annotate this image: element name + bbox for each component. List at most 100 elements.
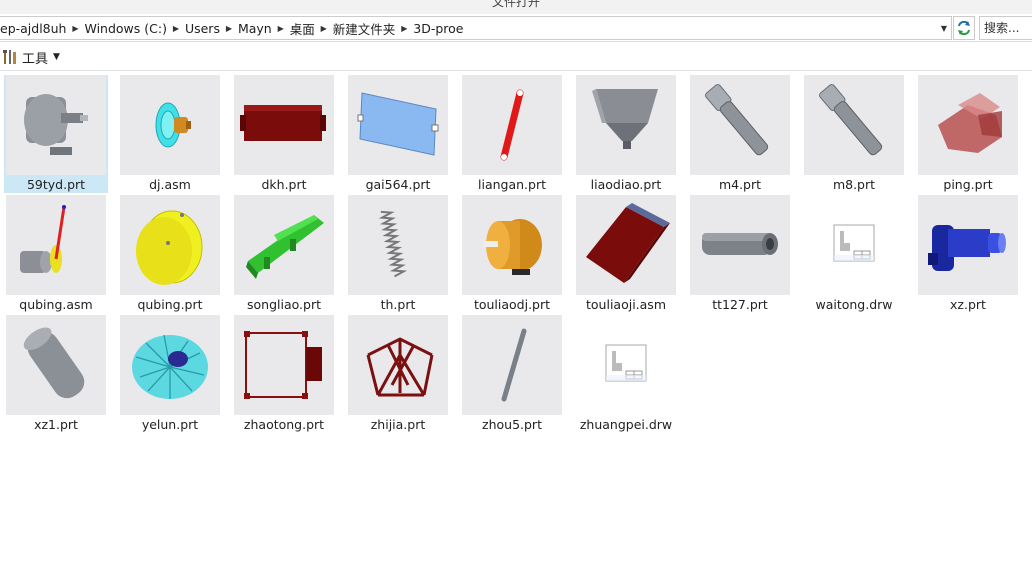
chevron-right-icon[interactable]: ▶ — [274, 24, 288, 33]
file-name-frame: ping.prt — [916, 175, 1020, 193]
search-input[interactable]: 搜索... — [979, 16, 1032, 40]
file-item[interactable]: waitong.drw — [802, 195, 906, 313]
file-item[interactable]: zhou5.prt — [460, 315, 564, 433]
file-name-frame: liangan.prt — [460, 175, 564, 193]
file-name: xz1.prt — [34, 416, 78, 432]
chevron-right-icon[interactable]: ▶ — [169, 24, 183, 33]
file-item[interactable]: th.prt — [346, 195, 450, 313]
file-thumbnail-frame — [118, 315, 222, 415]
file-name-frame: zhaotong.prt — [232, 415, 336, 433]
file-thumbnail-frame — [688, 195, 792, 295]
file-name: zhijia.prt — [370, 416, 426, 432]
window-titlebar: 文件打开 — [0, 0, 1032, 14]
file-item[interactable]: songliao.prt — [232, 195, 336, 313]
file-name: zhaotong.prt — [243, 416, 325, 432]
bolt-icon — [690, 75, 790, 175]
file-name-frame: touliaodj.prt — [460, 295, 564, 313]
file-name-frame: zhijia.prt — [346, 415, 450, 433]
chevron-right-icon[interactable]: ▶ — [397, 24, 411, 33]
file-item[interactable]: liangan.prt — [460, 75, 564, 193]
breadcrumb[interactable]: ep-ajdl8uh ▶ Windows (C:) ▶ Users ▶ Mayn… — [0, 16, 952, 40]
impeller-icon — [120, 315, 220, 415]
file-name: qubing.prt — [137, 296, 203, 312]
file-thumbnail-frame — [574, 75, 678, 175]
file-item[interactable]: yelun.prt — [118, 315, 222, 433]
file-item[interactable]: xz1.prt — [4, 315, 108, 433]
red-block-icon — [576, 195, 676, 295]
red-link-icon — [462, 75, 562, 175]
chevron-right-icon[interactable]: ▶ — [222, 24, 236, 33]
file-name: zhou5.prt — [482, 416, 542, 432]
file-thumbnail-frame — [460, 195, 564, 295]
breadcrumb-item-computer[interactable]: ep-ajdl8uh — [0, 21, 68, 36]
file-thumbnail-frame — [4, 315, 108, 415]
spring-icon — [348, 195, 448, 295]
breadcrumb-item-users[interactable]: Users — [183, 21, 222, 36]
address-history-dropdown-icon[interactable]: ▼ — [937, 17, 951, 39]
file-thumbnail-frame — [118, 75, 222, 175]
file-name-frame: zhou5.prt — [460, 415, 564, 433]
file-thumbnail-frame — [346, 195, 450, 295]
file-name-frame: gai564.prt — [346, 175, 450, 193]
file-item[interactable]: touliaodj.prt — [460, 195, 564, 313]
file-thumbnail-frame — [4, 195, 108, 295]
file-item[interactable]: tt127.prt — [688, 195, 792, 313]
file-item[interactable]: 59tyd.prt — [4, 75, 108, 193]
chevron-down-icon: ▼ — [53, 52, 60, 62]
file-name: ping.prt — [943, 176, 993, 192]
chevron-right-icon[interactable]: ▶ — [317, 24, 331, 33]
red-shell-icon — [918, 75, 1018, 175]
file-item[interactable]: xz.prt — [916, 195, 1020, 313]
chevron-right-icon[interactable]: ▶ — [68, 24, 82, 33]
file-item[interactable]: qubing.asm — [4, 195, 108, 313]
refresh-button[interactable] — [953, 16, 975, 40]
breadcrumb-item-drive[interactable]: Windows (C:) — [82, 21, 168, 36]
tools-menu-button[interactable]: 工具 ▼ — [0, 46, 60, 68]
fan-motor-icon — [120, 75, 220, 175]
file-item[interactable]: dkh.prt — [232, 75, 336, 193]
file-item[interactable]: qubing.prt — [118, 195, 222, 313]
file-thumbnail-frame — [118, 195, 222, 295]
breadcrumb-item-3d-proe[interactable]: 3D-proe — [411, 21, 465, 36]
crank-assembly-icon — [6, 195, 106, 295]
rod-icon — [462, 315, 562, 415]
file-name: gai564.prt — [365, 176, 431, 192]
file-name-frame: xz1.prt — [4, 415, 108, 433]
file-name: qubing.asm — [19, 296, 93, 312]
file-thumbnail-frame — [460, 315, 564, 415]
tube-icon — [690, 195, 790, 295]
file-name: dkh.prt — [261, 176, 307, 192]
file-item[interactable]: ping.prt — [916, 75, 1020, 193]
hopper-icon — [576, 75, 676, 175]
file-name-frame: zhuangpei.drw — [574, 415, 678, 433]
file-item[interactable]: m8.prt — [802, 75, 906, 193]
file-item[interactable]: dj.asm — [118, 75, 222, 193]
file-name: m8.prt — [832, 176, 876, 192]
file-thumbnail-frame — [916, 75, 1020, 175]
breadcrumb-item-user[interactable]: Mayn — [236, 21, 274, 36]
file-name: touliaoji.asm — [586, 296, 666, 312]
file-thumbnail-frame — [346, 315, 450, 415]
file-item[interactable]: m4.prt — [688, 75, 792, 193]
file-item[interactable]: zhuangpei.drw — [574, 315, 678, 433]
file-name: xz.prt — [950, 296, 986, 312]
file-name: dj.asm — [149, 176, 191, 192]
breadcrumb-item-desktop[interactable]: 桌面 — [288, 19, 317, 38]
file-thumbnail-frame — [4, 75, 108, 175]
file-name-frame: 59tyd.prt — [4, 175, 108, 193]
file-thumbnail-frame — [574, 315, 678, 415]
file-item[interactable]: zhijia.prt — [346, 315, 450, 433]
breadcrumb-item-new-folder[interactable]: 新建文件夹 — [331, 19, 398, 38]
address-bar: ep-ajdl8uh ▶ Windows (C:) ▶ Users ▶ Mayn… — [0, 14, 1032, 42]
file-name-frame: songliao.prt — [232, 295, 336, 313]
file-thumbnail-frame — [232, 315, 336, 415]
file-item[interactable]: liaodiao.prt — [574, 75, 678, 193]
file-item[interactable]: zhaotong.prt — [232, 315, 336, 433]
file-name-frame: dkh.prt — [232, 175, 336, 193]
file-item[interactable]: gai564.prt — [346, 75, 450, 193]
truss-icon — [348, 315, 448, 415]
file-name-frame: m4.prt — [688, 175, 792, 193]
file-thumbnail-frame — [460, 75, 564, 175]
file-item[interactable]: touliaoji.asm — [574, 195, 678, 313]
tools-icon — [3, 50, 16, 64]
